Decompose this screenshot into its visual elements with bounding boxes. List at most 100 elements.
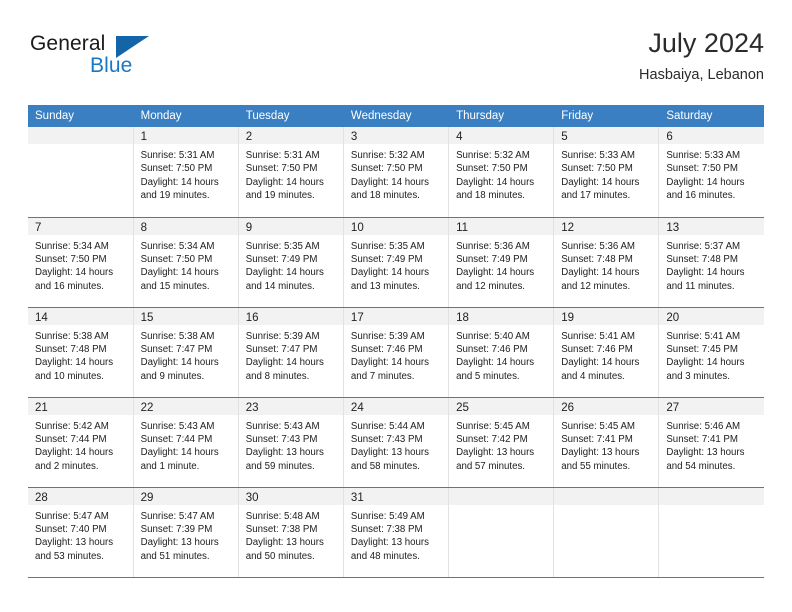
calendar-day-cell[interactable]: 29 Sunrise: 5:47 AM Sunset: 7:39 PM Dayligh… — [133, 487, 239, 578]
daylight-text-line1: Daylight: 14 hours — [666, 357, 745, 369]
day-number: 7 — [28, 217, 133, 235]
calendar-day-cell[interactable]: 9 Sunrise: 5:35 AM Sunset: 7:49 PM Daylight… — [238, 217, 344, 308]
calendar-day-cell[interactable]: 7 Sunrise: 5:34 AM Sunset: 7:50 PM Daylight… — [28, 217, 134, 308]
daylight-text-line1: Daylight: 14 hours — [350, 176, 430, 188]
calendar-week-row: 21 Sunrise: 5:42 AM Sunset: 7:44 PM Dayligh… — [28, 397, 764, 488]
calendar-day-cell[interactable]: 5 Sunrise: 5:33 AM Sunset: 7:50 PM Daylight… — [553, 127, 660, 218]
sunset-text: Sunset: 7:46 PM — [561, 343, 633, 355]
day-details: Sunrise: 5:47 AM Sunset: 7:40 PM Daylight:… — [28, 505, 133, 564]
sunset-text: Sunset: 7:48 PM — [561, 253, 633, 265]
sunrise-text: Sunrise: 5:47 AM — [35, 510, 109, 522]
day-details: Sunrise: 5:38 AM Sunset: 7:47 PM Daylight:… — [134, 325, 238, 384]
calendar-day-cell[interactable]: 25 Sunrise: 5:45 AM Sunset: 7:42 PM Dayligh… — [448, 397, 555, 488]
calendar-day-cell[interactable]: 17 Sunrise: 5:39 AM Sunset: 7:46 PM Dayligh… — [343, 307, 450, 398]
daylight-text-line1: Daylight: 14 hours — [350, 357, 430, 369]
day-details: Sunrise: 5:32 AM Sunset: 7:50 PM Daylight:… — [344, 144, 448, 203]
sunset-text: Sunset: 7:50 PM — [350, 163, 423, 175]
day-number: 14 — [28, 307, 133, 325]
sunset-text: Sunset: 7:50 PM — [140, 163, 213, 175]
calendar-day-cell[interactable]: 18 Sunrise: 5:40 AM Sunset: 7:46 PM Dayligh… — [448, 307, 555, 398]
day-details: Sunrise: 5:44 AM Sunset: 7:43 PM Daylight:… — [344, 415, 448, 474]
calendar-day-cell[interactable]: 10 Sunrise: 5:35 AM Sunset: 7:49 PM Dayligh… — [343, 217, 450, 308]
daylight-text-line1: Daylight: 13 hours — [35, 537, 114, 549]
sunrise-text: Sunrise: 5:32 AM — [456, 150, 530, 161]
calendar-day-cell[interactable]: 11 Sunrise: 5:36 AM Sunset: 7:49 PM Dayligh… — [448, 217, 555, 308]
calendar-day-cell[interactable]: 14 Sunrise: 5:38 AM Sunset: 7:48 PM Dayligh… — [28, 307, 134, 398]
day-number: 4 — [449, 127, 554, 144]
calendar-day-cell[interactable]: 3 Sunrise: 5:32 AM Sunset: 7:50 PM Daylight… — [343, 127, 450, 218]
day-number: 13 — [659, 217, 764, 235]
daylight-text-line2: and 13 minutes. — [350, 280, 420, 292]
daylight-text-line1: Daylight: 14 hours — [245, 357, 324, 369]
daylight-text-line1: Daylight: 14 hours — [35, 447, 114, 459]
daylight-text-line2: and 2 minutes. — [35, 460, 99, 472]
calendar-day-cell[interactable]: 15 Sunrise: 5:38 AM Sunset: 7:47 PM Dayligh… — [133, 307, 239, 398]
calendar-day-cell[interactable]: 1 Sunrise: 5:31 AM Sunset: 7:50 PM Daylight… — [133, 127, 239, 218]
sunrise-text: Sunrise: 5:32 AM — [350, 150, 425, 161]
sunset-text: Sunset: 7:39 PM — [140, 523, 213, 535]
calendar-day-cell[interactable]: 27 Sunrise: 5:46 AM Sunset: 7:41 PM Dayligh… — [658, 397, 764, 488]
sunset-text: Sunset: 7:50 PM — [456, 163, 528, 175]
daylight-text-line1: Daylight: 14 hours — [140, 357, 219, 369]
calendar-day-cell[interactable]: 28 Sunrise: 5:47 AM Sunset: 7:40 PM Dayligh… — [28, 487, 134, 578]
day-number — [449, 487, 554, 505]
day-details: Sunrise: 5:34 AM Sunset: 7:50 PM Daylight:… — [28, 235, 133, 294]
sunrise-text: Sunrise: 5:49 AM — [350, 510, 425, 522]
day-details: Sunrise: 5:33 AM Sunset: 7:50 PM Daylight:… — [554, 144, 658, 203]
sunrise-text: Sunrise: 5:33 AM — [666, 150, 741, 161]
sunset-text: Sunset: 7:50 PM — [35, 253, 107, 265]
day-number: 11 — [449, 217, 554, 235]
page-subtitle-location: Hasbaiya, Lebanon — [639, 67, 764, 83]
day-number: 6 — [659, 127, 764, 144]
calendar-day-cell[interactable]: 2 Sunrise: 5:31 AM Sunset: 7:50 PM Daylight… — [238, 127, 344, 218]
daylight-text-line1: Daylight: 14 hours — [456, 176, 535, 188]
day-number: 28 — [28, 487, 133, 505]
day-details: Sunrise: 5:36 AM Sunset: 7:49 PM Daylight:… — [449, 235, 553, 294]
daylight-text-line2: and 57 minutes. — [456, 460, 525, 472]
calendar-day-cell[interactable]: 30 Sunrise: 5:48 AM Sunset: 7:38 PM Dayligh… — [238, 487, 344, 578]
calendar-day-cell[interactable]: 16 Sunrise: 5:39 AM Sunset: 7:47 PM Dayligh… — [238, 307, 344, 398]
daylight-text-line1: Daylight: 14 hours — [140, 267, 219, 279]
daylight-text-line2: and 59 minutes. — [245, 460, 315, 472]
calendar-day-cell[interactable]: 24 Sunrise: 5:44 AM Sunset: 7:43 PM Dayligh… — [343, 397, 450, 488]
calendar-day-cell[interactable]: 12 Sunrise: 5:36 AM Sunset: 7:48 PM Dayligh… — [553, 217, 660, 308]
sunset-text: Sunset: 7:49 PM — [245, 253, 318, 265]
calendar-day-cell[interactable]: 31 Sunrise: 5:49 AM Sunset: 7:38 PM Dayligh… — [343, 487, 450, 578]
daylight-text-line2: and 50 minutes. — [245, 550, 315, 562]
calendar-day-cell[interactable]: 19 Sunrise: 5:41 AM Sunset: 7:46 PM Dayligh… — [553, 307, 660, 398]
sunrise-text: Sunrise: 5:43 AM — [140, 420, 215, 432]
day-details: Sunrise: 5:39 AM Sunset: 7:47 PM Daylight:… — [239, 325, 343, 384]
calendar-day-cell[interactable]: 4 Sunrise: 5:32 AM Sunset: 7:50 PM Daylight… — [448, 127, 555, 218]
calendar-day-cell[interactable]: 23 Sunrise: 5:43 AM Sunset: 7:43 PM Dayligh… — [238, 397, 344, 488]
day-number: 21 — [28, 397, 133, 415]
calendar-day-cell[interactable]: 8 Sunrise: 5:34 AM Sunset: 7:50 PM Daylight… — [133, 217, 239, 308]
calendar-day-cell[interactable]: 13 Sunrise: 5:37 AM Sunset: 7:48 PM Dayligh… — [658, 217, 764, 308]
daylight-text-line2: and 7 minutes. — [350, 370, 415, 382]
sunset-text: Sunset: 7:41 PM — [561, 433, 633, 445]
calendar-cell-empty — [28, 127, 134, 218]
sunset-text: Sunset: 7:47 PM — [140, 343, 213, 355]
day-details: Sunrise: 5:41 AM Sunset: 7:46 PM Daylight:… — [554, 325, 658, 384]
day-number: 26 — [554, 397, 659, 415]
sunrise-text: Sunrise: 5:45 AM — [456, 420, 530, 432]
day-number: 10 — [343, 217, 449, 235]
calendar-day-cell[interactable]: 21 Sunrise: 5:42 AM Sunset: 7:44 PM Dayligh… — [28, 397, 134, 488]
daylight-text-line2: and 12 minutes. — [456, 280, 525, 292]
sunset-text: Sunset: 7:43 PM — [350, 433, 423, 445]
calendar-day-cell[interactable]: 20 Sunrise: 5:41 AM Sunset: 7:45 PM Dayligh… — [658, 307, 764, 398]
calendar-day-cell[interactable]: 26 Sunrise: 5:45 AM Sunset: 7:41 PM Dayligh… — [553, 397, 660, 488]
day-details: Sunrise: 5:37 AM Sunset: 7:48 PM Daylight:… — [659, 235, 764, 294]
calendar-table: Sunday Monday Tuesday Wednesday Thursday… — [28, 105, 764, 578]
daylight-text-line2: and 5 minutes. — [456, 370, 520, 382]
sunset-text: Sunset: 7:42 PM — [456, 433, 528, 445]
daylight-text-line1: Daylight: 14 hours — [245, 176, 324, 188]
daylight-text-line1: Daylight: 14 hours — [140, 447, 219, 459]
sunrise-text: Sunrise: 5:33 AM — [561, 150, 635, 161]
sunrise-text: Sunrise: 5:41 AM — [561, 330, 635, 342]
daylight-text-line2: and 9 minutes. — [140, 370, 205, 382]
calendar-day-cell[interactable]: 6 Sunrise: 5:33 AM Sunset: 7:50 PM Daylight… — [658, 127, 764, 218]
day-details: Sunrise: 5:43 AM Sunset: 7:44 PM Daylight:… — [134, 415, 238, 474]
calendar-cell-empty — [553, 487, 660, 578]
calendar-day-cell[interactable]: 22 Sunrise: 5:43 AM Sunset: 7:44 PM Dayligh… — [133, 397, 239, 488]
sunset-text: Sunset: 7:43 PM — [245, 433, 318, 445]
